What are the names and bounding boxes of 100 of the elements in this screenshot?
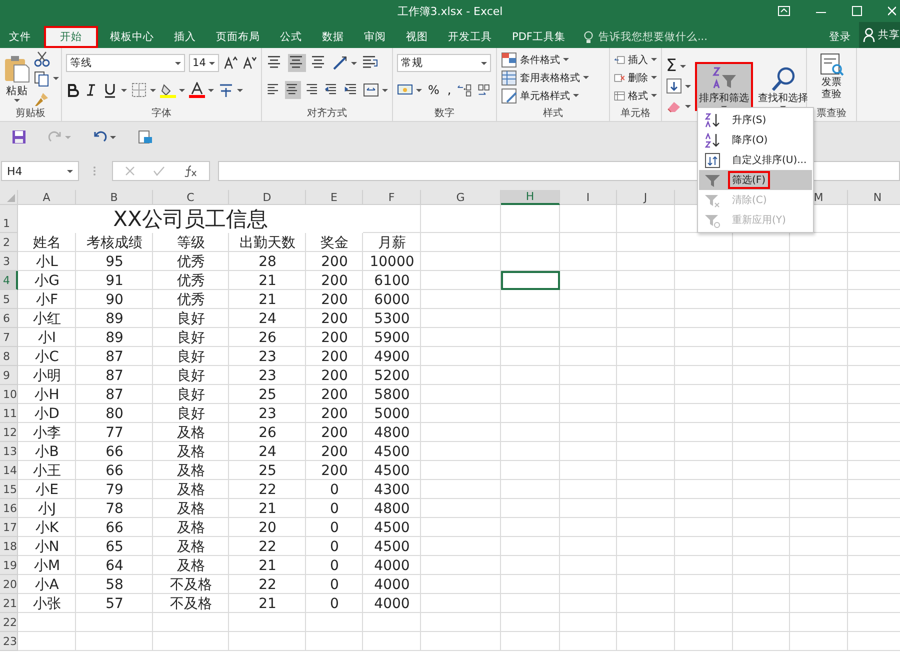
- row-header[interactable]: 17: [0, 518, 18, 537]
- caret-icon[interactable]: [208, 88, 214, 92]
- row-header[interactable]: 5: [0, 290, 18, 309]
- column-header[interactable]: E: [306, 190, 363, 205]
- cells-menu-button[interactable]: 删除: [614, 69, 657, 86]
- orientation-icon[interactable]: [332, 55, 348, 71]
- percent-button[interactable]: %: [426, 83, 442, 97]
- caret-icon[interactable]: [416, 88, 422, 92]
- caret-icon[interactable]: [685, 104, 691, 108]
- menu-item[interactable]: 升序(S): [699, 110, 812, 130]
- caret-icon[interactable]: [67, 170, 73, 172]
- row-header[interactable]: 10: [0, 385, 18, 404]
- cells-menu-button[interactable]: 插入: [614, 51, 657, 68]
- autosum-button[interactable]: Σ: [666, 58, 691, 74]
- row-header[interactable]: 6: [0, 309, 18, 328]
- cells-menu-button[interactable]: 格式: [614, 87, 657, 104]
- style-menu-button[interactable]: 单元格样式: [501, 87, 605, 104]
- font-color-icon[interactable]: [189, 82, 205, 98]
- row-header[interactable]: 11: [0, 404, 18, 423]
- column-header[interactable]: I: [560, 190, 617, 205]
- number-format-field[interactable]: 常规: [397, 54, 491, 72]
- caret-icon[interactable]: [481, 62, 487, 64]
- font-name-field[interactable]: 等线: [66, 54, 185, 72]
- ribbon-tab[interactable]: 文件: [0, 26, 40, 48]
- grow-font-icon[interactable]: [223, 55, 238, 71]
- ribbon-tab[interactable]: PDF工具集: [503, 26, 574, 48]
- column-header[interactable]: B: [76, 190, 153, 205]
- row-header[interactable]: 21: [0, 594, 18, 613]
- maximize-icon[interactable]: [852, 6, 862, 16]
- caret-icon[interactable]: [563, 58, 569, 61]
- comma-button[interactable]: ,: [445, 83, 454, 97]
- column-header[interactable]: J: [617, 190, 675, 205]
- row-header[interactable]: 13: [0, 442, 18, 461]
- caret-icon[interactable]: [150, 88, 156, 92]
- row-header[interactable]: 15: [0, 480, 18, 499]
- ribbon-tab[interactable]: 视图: [397, 26, 437, 48]
- caret-icon[interactable]: [651, 58, 657, 61]
- border-icon[interactable]: [131, 82, 147, 98]
- row-header[interactable]: 20: [0, 575, 18, 594]
- ribbon-tab[interactable]: 插入: [165, 26, 205, 48]
- paste-button[interactable]: 粘贴: [4, 55, 30, 102]
- column-header[interactable]: F: [363, 190, 421, 205]
- column-header[interactable]: H: [501, 190, 560, 205]
- font-size-field[interactable]: 14: [188, 54, 220, 72]
- column-header[interactable]: C: [153, 190, 229, 205]
- underline-icon[interactable]: [102, 82, 118, 98]
- ribbon-tab[interactable]: 数据: [313, 26, 353, 48]
- row-header[interactable]: 2: [0, 233, 18, 252]
- column-header[interactable]: G: [421, 190, 501, 205]
- row-header[interactable]: 18: [0, 537, 18, 556]
- name-box[interactable]: H4: [1, 161, 79, 181]
- style-menu-button[interactable]: 套用表格格式: [501, 69, 605, 86]
- row-header[interactable]: 22: [0, 613, 18, 632]
- row-header[interactable]: 9: [0, 366, 18, 385]
- print-preview-icon[interactable]: [138, 130, 152, 144]
- tell-me-field[interactable]: 告诉我您想要做什么...: [584, 26, 708, 48]
- ribbon-tab[interactable]: 开发工具: [439, 26, 501, 48]
- caret-icon[interactable]: [209, 62, 216, 64]
- ribbon-tab[interactable]: 开始: [44, 26, 98, 48]
- ribbon-button[interactable]: 查找和选择: [757, 62, 809, 110]
- caret-icon[interactable]: [382, 88, 388, 92]
- row-header[interactable]: 16: [0, 499, 18, 518]
- caret-icon[interactable]: [53, 77, 59, 80]
- caret-icon[interactable]: [110, 136, 116, 138]
- caret-icon[interactable]: [179, 88, 185, 92]
- ribbon-tab[interactable]: 模板中心: [101, 26, 163, 48]
- close-icon[interactable]: [888, 6, 896, 16]
- insert-function-icon[interactable]: [183, 165, 197, 177]
- row-header[interactable]: 19: [0, 556, 18, 575]
- caret-icon[interactable]: [583, 76, 589, 79]
- ribbon-display-icon[interactable]: [778, 6, 790, 16]
- caret-icon[interactable]: [174, 62, 181, 64]
- save-icon[interactable]: [12, 130, 26, 144]
- row-header[interactable]: 12: [0, 423, 18, 442]
- fill-down-icon[interactable]: [666, 78, 682, 94]
- italic-icon[interactable]: [84, 83, 98, 97]
- row-header[interactable]: 8: [0, 347, 18, 366]
- menu-item[interactable]: 筛选(F): [699, 170, 812, 190]
- row-header[interactable]: 14: [0, 461, 18, 480]
- ribbon-tab[interactable]: 审阅: [355, 26, 395, 48]
- scissors-icon[interactable]: [34, 50, 50, 66]
- ribbon-tab[interactable]: 页面布局: [207, 26, 269, 48]
- caret-icon[interactable]: [651, 94, 657, 97]
- merge-icon[interactable]: [363, 82, 380, 98]
- style-menu-button[interactable]: 条件格式: [501, 51, 605, 68]
- sign-in-link[interactable]: 登录: [821, 26, 859, 48]
- fill-color-icon[interactable]: [160, 82, 176, 98]
- column-header[interactable]: A: [18, 190, 76, 205]
- caret-icon[interactable]: [121, 88, 127, 92]
- copy-icon[interactable]: [34, 70, 50, 86]
- share-button[interactable]: 共享: [859, 22, 900, 48]
- align-center-icon[interactable]: [285, 81, 301, 99]
- shrink-font-icon[interactable]: [242, 55, 257, 71]
- caret-icon[interactable]: [14, 99, 20, 102]
- caret-icon[interactable]: [351, 62, 357, 64]
- menu-item[interactable]: 自定义排序(U)...: [699, 150, 812, 170]
- row-header[interactable]: 1: [0, 205, 18, 233]
- increase-decimal-icon[interactable]: [457, 82, 473, 98]
- bold-icon[interactable]: [66, 83, 80, 97]
- phonetic-icon[interactable]: [218, 82, 234, 98]
